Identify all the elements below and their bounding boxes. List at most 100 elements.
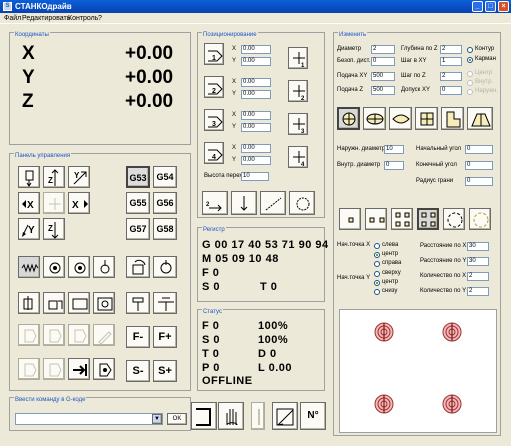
center-button[interactable] — [43, 192, 65, 214]
pattern-ring-button[interactable] — [443, 208, 465, 230]
minimize-button[interactable]: _ — [472, 1, 483, 12]
safe-dist-input[interactable]: 0 — [371, 57, 395, 66]
spindle-cw-button[interactable] — [43, 256, 65, 278]
close-button[interactable]: × — [498, 1, 509, 12]
spiral-button[interactable] — [18, 256, 40, 278]
inner-diameter-input[interactable]: 0 — [384, 161, 404, 170]
goto-point-4-button[interactable]: 4 — [204, 142, 224, 164]
p2-x-input[interactable]: 0.00 — [241, 78, 271, 87]
rotate-table-button[interactable] — [126, 256, 150, 278]
p3-x-input[interactable]: 0.00 — [241, 111, 271, 120]
edit-tool-button[interactable] — [272, 402, 298, 430]
spindle-up-button[interactable] — [18, 166, 40, 188]
set-point-3-button[interactable]: 3 — [288, 113, 308, 135]
tol-xy-input[interactable]: 0 — [440, 86, 462, 95]
run-pause-button[interactable] — [68, 324, 90, 346]
maximize-button[interactable]: □ — [485, 1, 496, 12]
menu-control[interactable]: Контроль — [68, 15, 98, 22]
depth-z-input[interactable]: 2 — [440, 45, 462, 54]
pattern-circle-button[interactable] — [469, 208, 491, 230]
path-diagonal-button[interactable] — [260, 191, 286, 215]
p4-y-input[interactable]: 0.00 — [241, 156, 271, 165]
g56-button[interactable]: G56 — [153, 192, 177, 214]
feed-z-input[interactable]: 500 — [371, 86, 395, 95]
z-down-button[interactable]: Z — [43, 218, 65, 240]
run-rewind-button[interactable] — [43, 358, 65, 380]
y-up-diag-button[interactable]: Y — [68, 166, 90, 188]
start-angle-input[interactable]: 0 — [465, 145, 493, 154]
g53-button[interactable]: G53 — [126, 166, 150, 188]
set-point-4-button[interactable]: 4 — [288, 146, 308, 168]
dist-y-input[interactable]: 30 — [467, 257, 489, 266]
x-minus-button[interactable]: X — [18, 192, 40, 214]
start-y-top-radio[interactable] — [374, 271, 380, 277]
mode-pocket-radio[interactable] — [467, 57, 473, 63]
feed-plus-button[interactable]: F+ — [153, 326, 177, 348]
shape-lens-button[interactable] — [389, 107, 412, 130]
menu-edit[interactable]: Редактировать — [22, 15, 70, 22]
shape-slot-button[interactable] — [467, 107, 493, 130]
end-angle-input[interactable]: 0 — [465, 161, 493, 170]
count-y-input[interactable]: 2 — [467, 287, 489, 296]
spindle-stop-button[interactable] — [93, 256, 115, 278]
transition-height-input[interactable]: 10 — [241, 172, 269, 181]
gcode-command-input[interactable] — [15, 413, 163, 425]
outer-diameter-input[interactable]: 10 — [384, 145, 404, 154]
speed-plus-button[interactable]: S+ — [153, 360, 177, 382]
start-x-center-radio[interactable] — [374, 252, 380, 258]
start-y-center-radio[interactable] — [374, 280, 380, 286]
hand-stop-button[interactable] — [218, 402, 244, 430]
feed-minus-button[interactable]: F- — [126, 326, 150, 348]
dist-x-input[interactable]: 30 — [467, 242, 489, 251]
reset-button[interactable] — [93, 358, 115, 380]
p1-y-input[interactable]: 0.00 — [241, 57, 271, 66]
probe-button[interactable] — [153, 256, 177, 278]
start-x-right-radio[interactable] — [374, 261, 380, 267]
g54-button[interactable]: G54 — [153, 166, 177, 188]
p2-y-input[interactable]: 0.00 — [241, 90, 271, 99]
spindle-ccw-button[interactable] — [68, 256, 90, 278]
feed-xy-input[interactable]: 500 — [371, 72, 395, 81]
diameter-input[interactable]: 2 — [371, 45, 395, 54]
start-y-bottom-radio[interactable] — [374, 289, 380, 295]
tool-zero-button[interactable] — [68, 292, 90, 314]
set-point-1-button[interactable]: 1 — [288, 47, 308, 69]
step-xy-input[interactable]: 1 — [440, 57, 462, 66]
path-1-2-button[interactable]: 2 — [202, 191, 228, 215]
shape-rect-button[interactable] — [415, 107, 438, 130]
tool-home-button[interactable] — [18, 292, 40, 314]
go-to-button[interactable] — [68, 358, 90, 380]
tool-measure-button[interactable] — [43, 292, 65, 314]
z-up-button[interactable]: Z — [43, 166, 65, 188]
cut-center-radio[interactable] — [467, 71, 473, 77]
p4-x-input[interactable]: 0.00 — [241, 144, 271, 153]
menu-help[interactable]: ? — [98, 15, 102, 22]
menu-file[interactable]: Файл — [4, 15, 21, 22]
speed-minus-button[interactable]: S- — [126, 360, 150, 382]
chevron-down-icon[interactable]: ▼ — [152, 414, 162, 424]
run-start-button[interactable] — [18, 324, 40, 346]
face-radius-input[interactable]: 0 — [465, 177, 493, 186]
p3-y-input[interactable]: 0.00 — [241, 123, 271, 132]
g57-button[interactable]: G57 — [126, 218, 150, 240]
run-step-button[interactable] — [43, 324, 65, 346]
g58-button[interactable]: G58 — [153, 218, 177, 240]
nc-button[interactable]: N° — [300, 402, 326, 430]
start-x-left-radio[interactable] — [374, 243, 380, 249]
g55-button[interactable]: G55 — [126, 192, 150, 214]
path-cycle-button[interactable] — [289, 191, 315, 215]
coolant-button[interactable] — [126, 292, 150, 314]
goto-point-2-button[interactable]: 2 — [204, 76, 224, 98]
shape-circle-button[interactable] — [337, 107, 360, 130]
mode-contour-radio[interactable] — [467, 47, 473, 53]
goto-point-1-button[interactable]: 1 — [204, 43, 224, 65]
pattern-single-button[interactable] — [339, 208, 361, 230]
shape-l-button[interactable] — [441, 107, 464, 130]
count-x-input[interactable]: 2 — [467, 272, 489, 281]
x-plus-button[interactable]: X — [68, 192, 90, 214]
p1-x-input[interactable]: 0.00 — [241, 45, 271, 54]
run-back-button[interactable] — [18, 358, 40, 380]
goto-point-3-button[interactable]: 3 — [204, 109, 224, 131]
ok-button[interactable]: OK — [167, 413, 187, 425]
tool-change-button[interactable] — [93, 292, 115, 314]
